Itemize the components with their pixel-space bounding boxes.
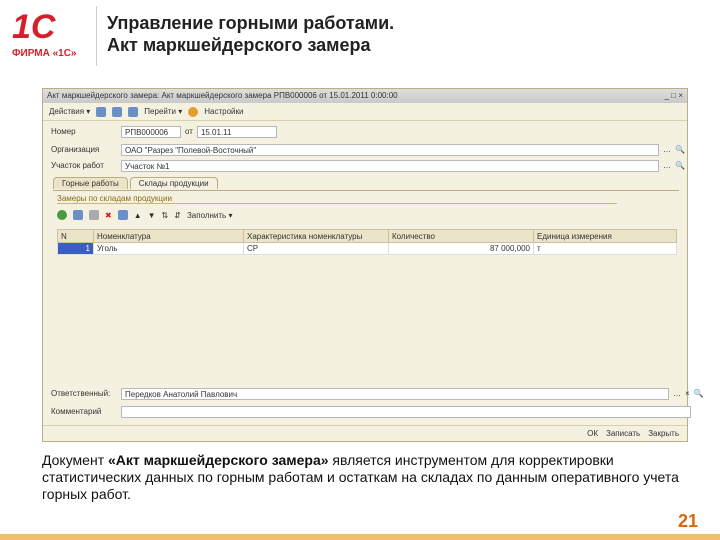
column-header[interactable]: Количество: [388, 229, 534, 243]
responsible-field[interactable]: Передков Анатолий Павлович: [121, 387, 669, 400]
table-toolbar: ✖ ▲ ▼ ⇅ ⇵ Заполнить ▾: [57, 210, 675, 220]
page-number: 21: [677, 511, 698, 531]
goto-menu[interactable]: Перейти ▾: [144, 107, 182, 116]
description-prefix: Документ: [42, 452, 108, 468]
close-button[interactable]: Закрыть: [648, 429, 679, 438]
save-button[interactable]: Записать: [606, 429, 640, 438]
toolbar: Действия ▾ Перейти ▾ Настройки: [43, 103, 687, 121]
tab-panel: Замеры по складам продукции ✖ ▲ ▼ ⇅ ⇵ Заполни…: [53, 190, 679, 380]
move-down-icon[interactable]: ▼: [148, 211, 156, 220]
search-icon[interactable]: 🔍: [675, 161, 685, 170]
org-field[interactable]: ОАО "Разрез "Полевой-Восточный": [121, 143, 659, 156]
end-edit-icon[interactable]: [117, 210, 128, 220]
title-line-2: Акт маркшейдерского замера: [107, 35, 371, 55]
comment-field[interactable]: [121, 405, 691, 418]
actions-menu[interactable]: Действия ▾: [49, 107, 90, 116]
tab-product-warehouses[interactable]: Склады продукции: [129, 177, 218, 189]
copy-icon[interactable]: [128, 106, 139, 117]
site-field[interactable]: Участок №1: [121, 159, 659, 172]
cell-item[interactable]: Уголь: [93, 242, 244, 255]
title-line-1: Управление горными работами.: [107, 13, 395, 33]
sort-desc-icon[interactable]: ⇵: [174, 211, 181, 220]
table-row[interactable]: 1 Уголь СР 87 000,000 т: [57, 242, 677, 255]
clear-icon[interactable]: ×: [685, 389, 690, 398]
copy-row-icon[interactable]: [73, 210, 83, 220]
app-window: Акт маркшейдерского замера: Акт маркшейд…: [42, 88, 704, 442]
column-header[interactable]: Номенклатура: [93, 229, 244, 243]
window-titlebar: Акт маркшейдерского замера: Акт маркшейд…: [43, 89, 687, 103]
ok-button[interactable]: ОК: [587, 429, 598, 438]
divider: [96, 6, 97, 66]
add-icon[interactable]: [57, 210, 67, 220]
post-icon[interactable]: [112, 106, 123, 117]
description: Документ «Акт маркшейдерского замера» яв…: [42, 452, 682, 503]
logo-mark: 1С: [12, 8, 56, 46]
footer-buttons: ОК Записать Закрыть: [43, 425, 687, 441]
tab-mining-works[interactable]: Горные работы: [53, 177, 128, 189]
delete-icon[interactable]: ✖: [105, 211, 112, 220]
description-doc-name: «Акт маркшейдерского замера»: [108, 452, 329, 468]
column-header[interactable]: Единица измерения: [533, 229, 677, 243]
date-field[interactable]: 15.01.11: [196, 125, 277, 138]
date-label: от: [185, 127, 193, 136]
column-header[interactable]: Характеристика номенклатуры: [243, 229, 389, 243]
cell-qty[interactable]: 87 000,000: [388, 242, 534, 255]
number-field[interactable]: РПВ000006: [121, 125, 181, 138]
responsible-label: Ответственный:: [51, 389, 111, 398]
logo: 1С ФИРМА «1С»: [8, 8, 88, 64]
window-title: Акт маркшейдерского замера: Акт маркшейд…: [47, 91, 398, 100]
number-label: Номер: [51, 127, 76, 136]
select-button[interactable]: …: [663, 161, 671, 170]
cell-n[interactable]: 1: [57, 242, 94, 255]
org-label: Организация: [51, 145, 100, 154]
select-button[interactable]: …: [673, 389, 681, 398]
save-icon[interactable]: [96, 106, 107, 117]
sort-asc-icon[interactable]: ⇅: [162, 211, 169, 220]
comment-label: Комментарий: [51, 407, 102, 416]
settings-button[interactable]: Настройки: [204, 107, 243, 116]
site-label: Участок работ: [51, 161, 104, 170]
column-header[interactable]: N: [57, 229, 94, 243]
search-icon[interactable]: 🔍: [694, 389, 704, 398]
settings-icon[interactable]: [188, 106, 199, 117]
search-icon[interactable]: 🔍: [675, 145, 685, 154]
move-up-icon[interactable]: ▲: [134, 211, 142, 220]
select-button[interactable]: …: [663, 145, 671, 154]
fill-button[interactable]: Заполнить ▾: [187, 211, 233, 220]
cell-unit[interactable]: т: [533, 242, 677, 255]
page-title: Управление горными работами. Акт маркшейд…: [107, 12, 394, 56]
cell-char[interactable]: СР: [243, 242, 389, 255]
logo-text: ФИРМА «1С»: [12, 48, 77, 59]
edit-icon[interactable]: [89, 210, 99, 220]
section-title: Замеры по складам продукции: [57, 194, 617, 204]
measurements-table: N Номенклатура Характеристика номенклатуры…: [57, 229, 677, 255]
window-controls[interactable]: _ □ ×: [665, 91, 683, 101]
bottom-stripe: [0, 534, 720, 540]
